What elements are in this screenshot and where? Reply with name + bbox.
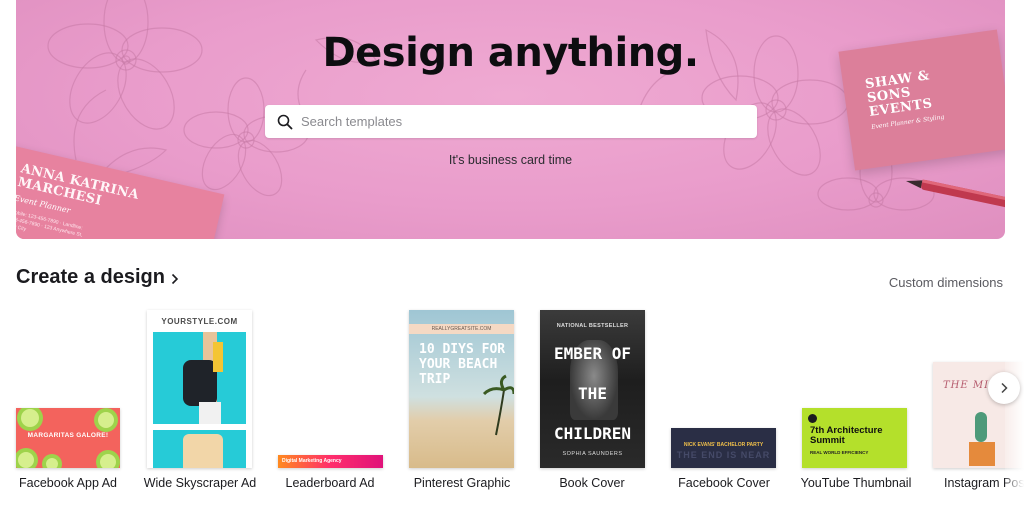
youtube-thumbnail-thumbnail: 7th Architecture Summit REAL WORLD EFFIC…	[802, 408, 907, 468]
wide-skyscraper-ad-label: Wide Skyscraper Ad	[143, 476, 257, 490]
facebook-app-ad-thumbnail: MARGARITAS GALORE!	[16, 408, 120, 468]
hero-subtitle: It's business card time	[448, 153, 573, 167]
wide-skyscraper-thumb-text: YOURSTYLE.COM	[161, 317, 238, 326]
skyscraper-photo-top	[153, 332, 246, 424]
create-design-title: Create a design	[16, 266, 165, 288]
design-facebook-app-ad[interactable]: MARGARITAS GALORE! Facebook App Ad	[0, 300, 136, 500]
pinterest-graphic-label: Pinterest Graphic	[413, 476, 511, 490]
book-cover-author: SOPHIA SAUNDERS	[562, 451, 623, 457]
book-cover-label: Book Cover	[559, 476, 625, 490]
search-input[interactable]	[301, 114, 741, 129]
design-pinterest-graphic[interactable]: REALLYGREATSITE.COM 10 DIYS FOR YOUR BEA…	[396, 300, 528, 500]
facebook-cover-thumbnail: NICK EVANS' BACHELOR PARTY THE END IS NE…	[671, 428, 776, 468]
custom-dimensions-link[interactable]: Custom dimensions	[889, 275, 1003, 290]
chevron-right-icon	[1001, 382, 1008, 394]
facebook-cover-thumb-big: THE END IS NEAR	[676, 450, 771, 460]
leaderboard-ad-thumbnail: Digital Marketing Agency	[278, 455, 383, 468]
book-cover-title: EMBER OF THE CHILDREN	[553, 344, 632, 443]
design-youtube-thumbnail[interactable]: 7th Architecture Summit REAL WORLD EFFIC…	[792, 300, 920, 500]
pinterest-graphic-thumbnail: REALLYGREATSITE.COM 10 DIYS FOR YOUR BEA…	[409, 310, 514, 468]
card-left-details: Mobile: 123-456-7890 · Landline: 123-456…	[16, 209, 84, 239]
youtube-thumb-dot	[808, 414, 817, 423]
chevron-right-icon	[171, 273, 179, 284]
skyscraper-photo-bottom	[153, 430, 246, 468]
book-cover-thumbnail: NATIONAL BESTSELLER EMBER OF THE CHILDRE…	[540, 310, 645, 468]
design-book-cover[interactable]: NATIONAL BESTSELLER EMBER OF THE CHILDRE…	[528, 300, 656, 500]
design-facebook-cover[interactable]: NICK EVANS' BACHELOR PARTY THE END IS NE…	[656, 300, 792, 500]
hero-banner: ANNA KATRINA MARCHESI Event Planner Mobi…	[16, 0, 1005, 239]
facebook-app-ad-thumb-text: MARGARITAS GALORE!	[27, 432, 109, 439]
design-wide-skyscraper-ad[interactable]: YOURSTYLE.COM Wide Skyscraper Ad	[136, 300, 264, 500]
youtube-thumb-sub: REAL WORLD EFFICIENCY	[810, 450, 869, 455]
facebook-app-ad-label: Facebook App Ad	[19, 476, 117, 490]
design-leaderboard-ad[interactable]: Digital Marketing Agency Leaderboard Ad	[264, 300, 396, 500]
facebook-cover-thumb-text: NICK EVANS' BACHELOR PARTY	[683, 442, 764, 448]
youtube-thumbnail-label: YouTube Thumbnail	[800, 476, 912, 490]
carousel-fade	[1005, 300, 1024, 510]
backpack-illustration	[183, 332, 223, 424]
search-icon[interactable]	[277, 114, 293, 130]
facebook-cover-label: Facebook Cover	[678, 476, 770, 490]
create-design-heading[interactable]: Create a design	[16, 266, 179, 289]
palm-tree-illustration	[482, 374, 514, 436]
leaderboard-ad-label: Leaderboard Ad	[285, 476, 375, 490]
wide-skyscraper-ad-thumbnail: YOURSTYLE.COM	[147, 310, 252, 468]
hero-title: Design anything.	[322, 30, 699, 76]
youtube-thumb-text: 7th Architecture Summit	[810, 425, 883, 446]
search-bar[interactable]	[265, 105, 757, 138]
book-cover-kicker: NATIONAL BESTSELLER	[556, 323, 629, 329]
leaderboard-thumb-text: Digital Marketing Agency	[282, 458, 342, 464]
carousel-next-button[interactable]	[988, 372, 1020, 404]
